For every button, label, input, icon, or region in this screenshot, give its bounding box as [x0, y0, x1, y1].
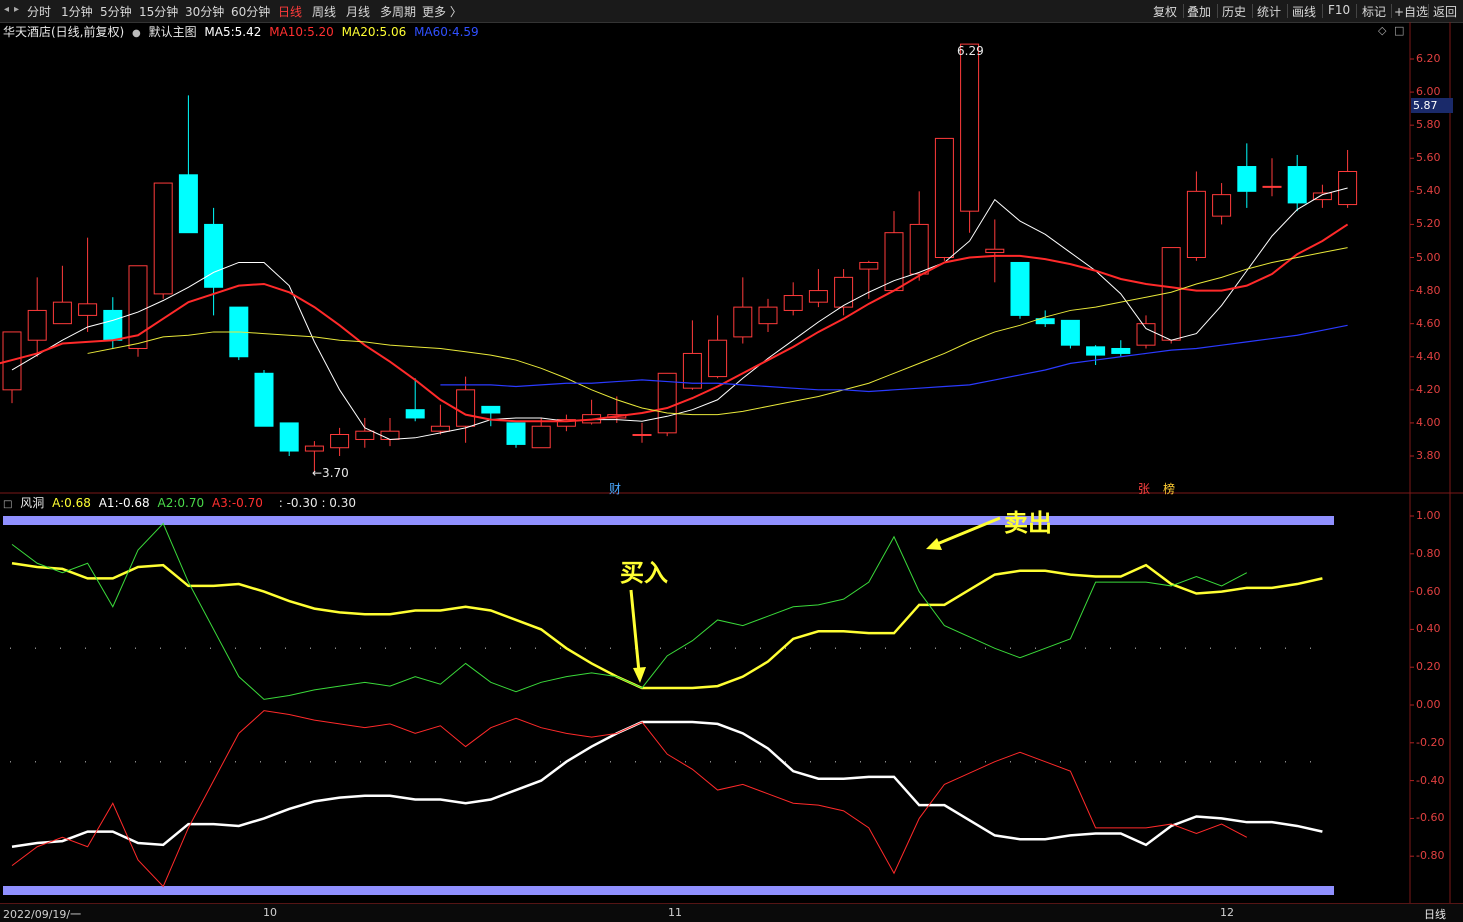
candle-body-up [531, 425, 551, 449]
candle-body-up [330, 433, 350, 449]
candle-body-up [1136, 323, 1156, 346]
candle-body-up [808, 290, 828, 303]
buy-arrow [629, 589, 641, 673]
candle-body-up [884, 232, 904, 292]
candle-body-up [52, 301, 72, 325]
candle-body-down [1237, 166, 1257, 192]
price-tick-label: 5.00 [1416, 250, 1441, 264]
osc-tick-label: 0.00 [1416, 698, 1441, 711]
price-tick-label: 5.40 [1416, 184, 1441, 198]
candle-body-down [103, 309, 123, 341]
price-tick-label: 4.60 [1416, 316, 1441, 330]
osc-tick-label: -0.80 [1416, 849, 1445, 863]
candle-body-down [178, 174, 198, 234]
candle-body-down [481, 405, 501, 414]
osc-line-a3 [11, 710, 1248, 888]
price-tick-label: 3.80 [1416, 449, 1441, 462]
candle-body-up [456, 389, 476, 427]
candle-body-down [1086, 346, 1106, 356]
dragon-tiger-marker[interactable]: 榜 [1163, 480, 1175, 497]
date-month-11: 11 [668, 906, 682, 919]
sell-annotation: 卖出 [1004, 509, 1052, 537]
candle-body-up [758, 306, 778, 325]
candle-body-down [279, 422, 299, 452]
candle-body-up [783, 295, 803, 311]
candle-body-up [632, 433, 652, 436]
candle-body-up [909, 223, 929, 275]
price-tick-label: 5.80 [1416, 118, 1441, 132]
osc-tick-label: 0.60 [1416, 584, 1441, 598]
candle-body-down [254, 372, 274, 427]
price-tick-label: 5.60 [1416, 151, 1441, 165]
osc-tick-label: 0.40 [1416, 622, 1441, 636]
lower-band [3, 886, 1334, 895]
candle-body-up [985, 248, 1005, 254]
date-start: 2022/09/19/一 [3, 908, 82, 921]
high-price-marker: 6.29 [957, 44, 984, 58]
date-month-10: 10 [263, 906, 277, 919]
osc-tick-label: -0.20 [1416, 735, 1445, 749]
osc-tick-label: 0.20 [1416, 660, 1441, 674]
candle-body-up [1186, 190, 1206, 258]
low-price-marker: ←3.70 [312, 466, 349, 480]
limit-up-event-marker[interactable]: 张 [1138, 480, 1150, 497]
kline-chart[interactable] [0, 0, 1463, 921]
price-tick-label: 6.00 [1416, 85, 1441, 99]
candle-body-down [1287, 166, 1307, 204]
candle-body-up [733, 306, 753, 338]
candle-body-up [355, 430, 375, 440]
date-axis: 2022/09/19/一 10 11 12 日线 [0, 903, 1463, 922]
osc-tick-label: 0.80 [1416, 546, 1441, 560]
price-tick-label: 4.00 [1416, 415, 1441, 429]
osc-tick-label: -0.60 [1416, 811, 1445, 825]
buy-annotation: 买入 [620, 559, 668, 587]
candle-body-up [1262, 185, 1282, 188]
candle-body-up [1212, 194, 1232, 217]
candle-body-up [27, 309, 47, 341]
osc-tick-label: -0.40 [1416, 773, 1445, 787]
osc-line-a2 [11, 522, 1248, 700]
price-tick-label: 5.20 [1416, 217, 1441, 231]
candle-body-down [1010, 261, 1030, 316]
candle-body-down [1060, 319, 1080, 346]
candle-body-up [430, 425, 450, 432]
date-month-12: 12 [1220, 906, 1234, 919]
price-tick-label: 4.80 [1416, 283, 1441, 297]
candle-body-down [204, 223, 224, 288]
candle-body-down [506, 422, 526, 445]
buy-arrow-head [633, 667, 646, 683]
candle-body-up [380, 430, 400, 440]
candle-body-up [708, 339, 728, 378]
current-price-tag: 5.87 [1411, 98, 1453, 113]
price-tick-label: 4.20 [1416, 382, 1441, 396]
candle-body-up [934, 137, 954, 258]
candle-body-down [405, 409, 425, 419]
financial-event-marker[interactable]: 财 [609, 480, 621, 497]
candle-body-up [960, 43, 980, 212]
candle-body-up [153, 182, 173, 295]
candle-body-up [78, 303, 98, 316]
period-indicator[interactable]: 日线 [1424, 906, 1446, 922]
candle-body-up [304, 445, 324, 452]
osc-tick-label: 1.00 [1416, 509, 1441, 522]
upper-band [3, 516, 1334, 525]
ma-line-ma60 [440, 324, 1348, 393]
candle-body-up [859, 261, 879, 270]
price-tick-label: 4.40 [1416, 349, 1441, 363]
price-tick-label: 6.20 [1416, 52, 1441, 65]
candle-body-down [1111, 347, 1131, 354]
